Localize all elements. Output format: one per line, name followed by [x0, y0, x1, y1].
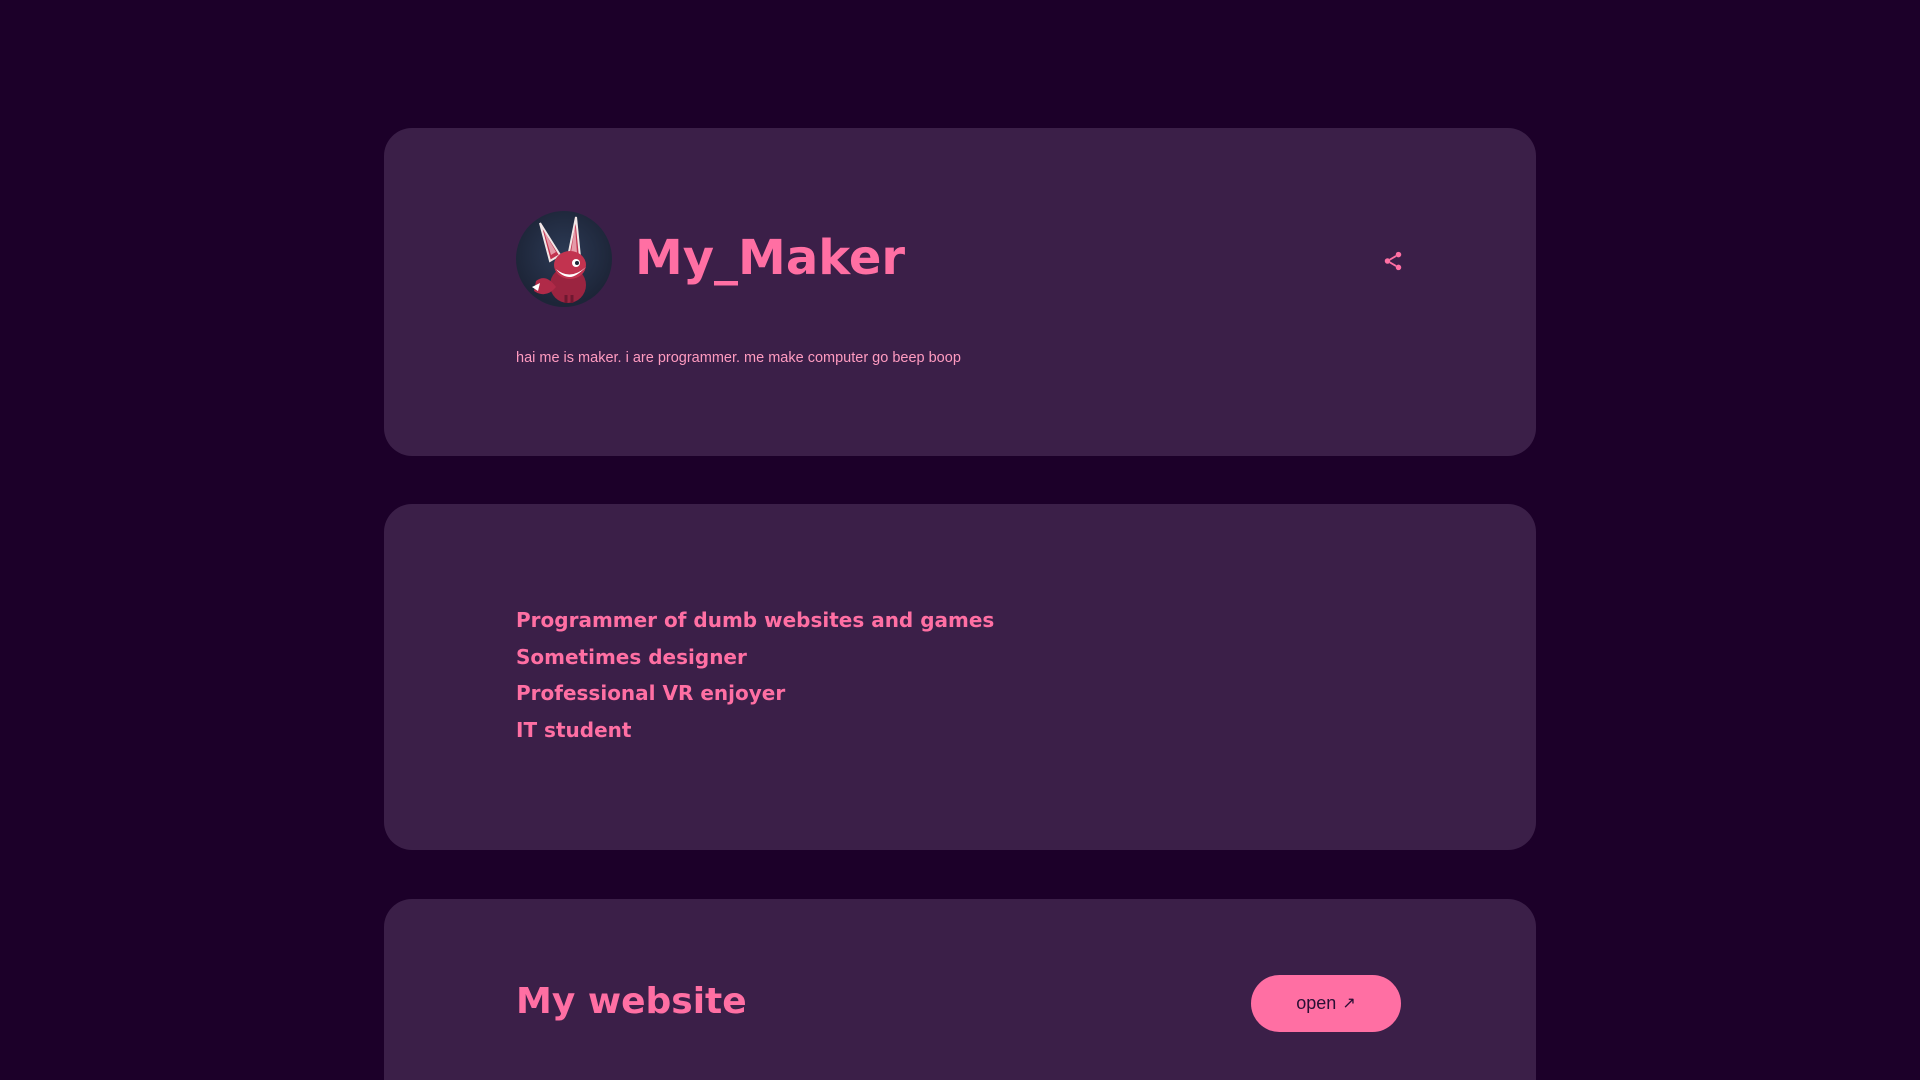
open-button-label: open [1296, 993, 1337, 1013]
page: My_Maker hai me is maker. i are programm… [0, 0, 1920, 1080]
role-item: Sometimes designer [516, 644, 747, 669]
fox-bunny-avatar-icon [532, 216, 586, 303]
open-button[interactable]: open ↗ [1251, 975, 1401, 1032]
share-icon [1384, 251, 1402, 271]
role-item: Programmer of dumb websites and games [516, 608, 995, 632]
share-button[interactable] [1375, 243, 1411, 279]
profile-name: My_Maker [635, 230, 906, 286]
role-item: IT student [516, 718, 632, 743]
link-title: My website [516, 981, 747, 1022]
profile-bio: hai me is maker. i are programmer. me ma… [516, 350, 961, 366]
external-arrow-icon: ↗ [1342, 994, 1356, 1012]
role-item: Professional VR enjoyer [516, 681, 786, 706]
website-link-card: My website open ↗ [384, 899, 1536, 1080]
roles-card: Programmer of dumb websites and games So… [384, 504, 1536, 850]
roles-list: Programmer of dumb websites and games So… [516, 602, 994, 749]
avatar [516, 211, 612, 307]
profile-card: My_Maker hai me is maker. i are programm… [384, 128, 1536, 456]
